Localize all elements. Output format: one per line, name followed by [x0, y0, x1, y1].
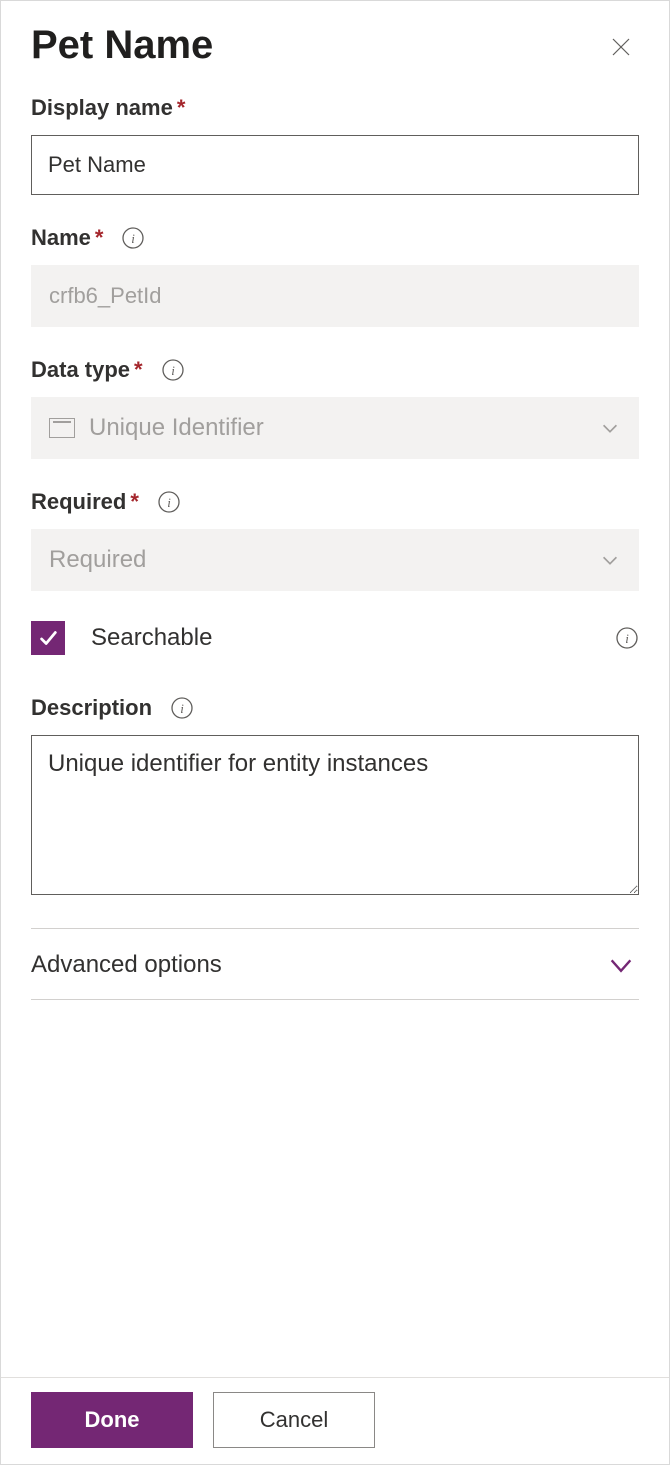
- data-type-field: Data type* i Unique Identifier: [31, 357, 639, 459]
- svg-text:i: i: [167, 495, 171, 510]
- panel-header: Pet Name: [31, 23, 639, 67]
- searchable-checkbox[interactable]: [31, 621, 65, 655]
- cancel-button[interactable]: Cancel: [213, 1392, 375, 1448]
- advanced-options-toggle[interactable]: Advanced options: [31, 929, 639, 989]
- advanced-options-label: Advanced options: [31, 951, 222, 979]
- info-icon[interactable]: i: [157, 490, 181, 514]
- required-field: Required* i Required: [31, 489, 639, 591]
- required-star: *: [134, 357, 143, 382]
- data-type-label: Data type*: [31, 357, 143, 383]
- description-textarea[interactable]: [31, 735, 639, 895]
- divider: [31, 999, 639, 1000]
- info-icon[interactable]: i: [170, 696, 194, 720]
- data-type-icon: [49, 418, 75, 438]
- panel-footer: Done Cancel: [1, 1377, 669, 1464]
- close-icon: [609, 35, 633, 59]
- panel-title: Pet Name: [31, 23, 213, 67]
- name-label: Name*: [31, 225, 103, 251]
- required-dropdown[interactable]: Required: [31, 529, 639, 591]
- svg-text:i: i: [132, 231, 136, 246]
- checkmark-icon: [37, 627, 59, 649]
- required-star: *: [130, 489, 139, 514]
- chevron-down-icon: [607, 951, 635, 979]
- info-icon[interactable]: i: [615, 626, 639, 650]
- info-icon[interactable]: i: [161, 358, 185, 382]
- display-name-field: Display name*: [31, 95, 639, 195]
- required-value: Required: [49, 546, 146, 574]
- data-type-value: Unique Identifier: [89, 414, 264, 442]
- svg-text:i: i: [625, 631, 629, 646]
- chevron-down-icon: [599, 549, 621, 571]
- display-name-label: Display name*: [31, 95, 185, 121]
- required-label: Required*: [31, 489, 139, 515]
- close-button[interactable]: [603, 29, 639, 65]
- required-star: *: [95, 225, 104, 250]
- svg-text:i: i: [180, 701, 184, 716]
- name-field: Name* i crfb6_PetId: [31, 225, 639, 327]
- searchable-label: Searchable: [91, 624, 212, 652]
- svg-text:i: i: [171, 363, 175, 378]
- info-icon[interactable]: i: [121, 226, 145, 250]
- done-button[interactable]: Done: [31, 1392, 193, 1448]
- data-type-dropdown[interactable]: Unique Identifier: [31, 397, 639, 459]
- searchable-row: Searchable i: [31, 621, 639, 655]
- name-readonly: crfb6_PetId: [31, 265, 639, 327]
- description-label: Description: [31, 695, 152, 721]
- required-star: *: [177, 95, 186, 120]
- display-name-input[interactable]: [31, 135, 639, 195]
- chevron-down-icon: [599, 417, 621, 439]
- description-field: Description i: [31, 695, 639, 900]
